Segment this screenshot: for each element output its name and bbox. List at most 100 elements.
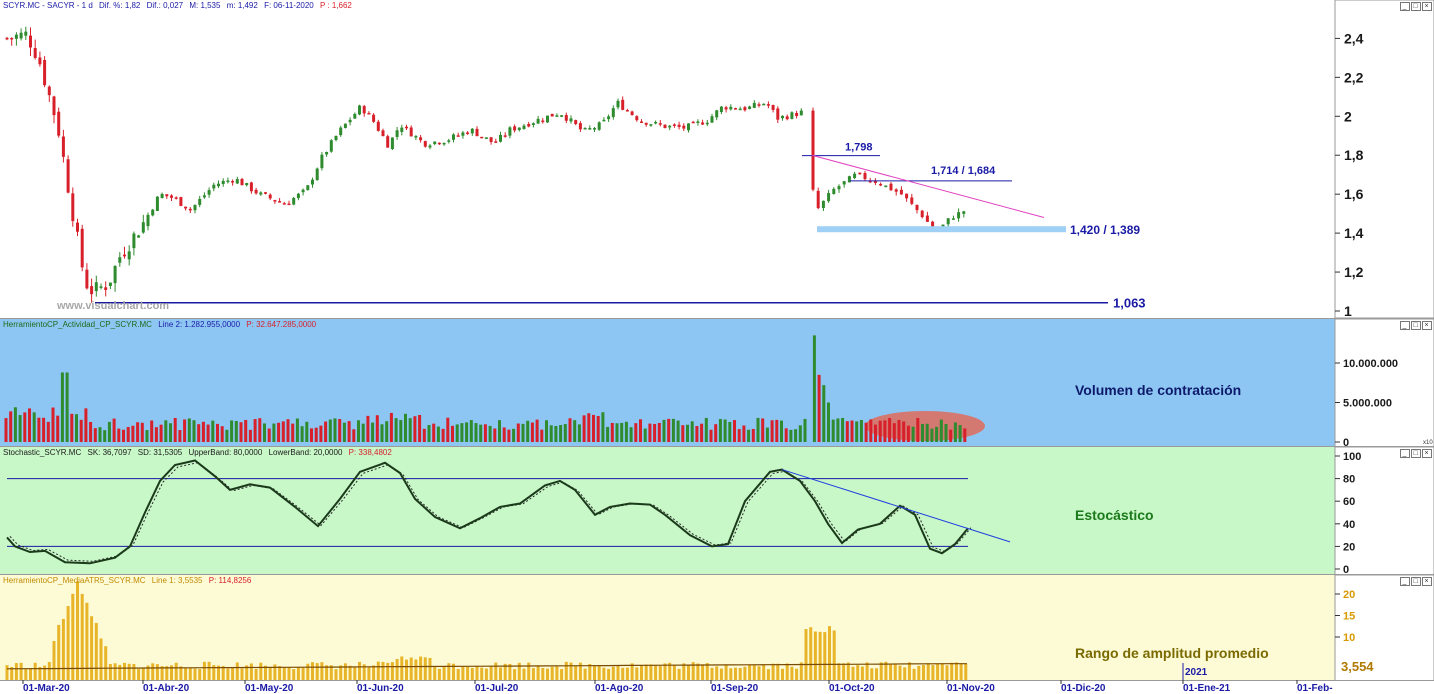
volume-bar — [460, 423, 464, 442]
candle-body — [781, 115, 784, 119]
atr-bar — [738, 668, 742, 680]
candle-body — [61, 136, 65, 157]
atr-bar — [99, 638, 103, 680]
volume-bar — [483, 424, 487, 442]
atr-bar — [226, 668, 230, 680]
volume-bar — [159, 424, 163, 442]
atr-bar — [954, 662, 958, 680]
atr-bar — [865, 662, 869, 680]
candle-body — [386, 136, 390, 148]
candle-body — [785, 116, 789, 120]
atr-bar — [24, 668, 28, 680]
candle-body — [957, 212, 961, 219]
atr-bar — [813, 631, 817, 680]
atr-bar — [372, 665, 376, 680]
atr-bar — [715, 666, 719, 680]
candle-body — [268, 194, 272, 199]
candle-body — [108, 282, 112, 286]
stochastic-pane[interactable]: 100 80 60 40 20 0 Estocástico Stochastic_SCYR.… — [0, 446, 1434, 574]
atr-bar — [447, 663, 451, 680]
candle-body — [905, 193, 909, 199]
atr-bar — [677, 668, 681, 680]
volume-title: Volumen de contratación — [1075, 382, 1241, 398]
date-label: F: 06-11-2020 — [264, 1, 314, 10]
volume-bar — [197, 424, 201, 442]
volume-bar — [864, 422, 868, 442]
restore-button[interactable]: □ — [1411, 321, 1421, 330]
atr-bar — [856, 665, 860, 680]
close-button[interactable]: × — [1422, 449, 1432, 458]
close-button[interactable]: × — [1422, 2, 1432, 11]
volume-bar — [183, 419, 187, 442]
candle-body — [795, 112, 799, 117]
candle-body — [38, 57, 42, 65]
volume-bar — [164, 420, 168, 442]
volume-bar — [634, 423, 638, 442]
candle-body — [766, 104, 770, 106]
atr-bar — [875, 668, 878, 680]
volume-bar — [60, 372, 64, 442]
volume-axis-strip — [1334, 319, 1434, 446]
volume-bar — [606, 426, 610, 442]
candle-body — [127, 251, 131, 260]
atr-bar — [296, 667, 300, 680]
volume-bar — [526, 420, 530, 442]
volume-bar — [112, 418, 116, 442]
min-label: m: 1,492 — [226, 1, 258, 10]
volume-bar — [761, 418, 765, 442]
price-trendline — [811, 154, 1045, 219]
candle-body — [5, 37, 9, 40]
volume-bar — [822, 385, 826, 442]
volume-bar — [545, 420, 548, 442]
candle-body — [245, 182, 249, 186]
price-pane[interactable]: 2,4 2,2 2 1,8 1,6 1,4 1,2 1 1,063 1,420 / 1,389 1,… — [0, 0, 1434, 318]
candle-body — [649, 124, 653, 126]
atr-bar — [118, 664, 122, 680]
candle-body — [33, 47, 37, 58]
restore-button[interactable]: □ — [1411, 577, 1421, 586]
atr-pane[interactable]: 20 15 10 3,554 Rango de amplitud promedio 202… — [0, 574, 1434, 682]
minimize-button[interactable]: _ — [1400, 321, 1410, 330]
minimize-button[interactable]: _ — [1400, 449, 1410, 458]
atr-bar — [395, 658, 399, 680]
atr-bar — [625, 667, 629, 680]
candle-body — [315, 168, 319, 181]
volume-bar — [65, 372, 69, 442]
volume-bar — [521, 423, 525, 442]
restore-button[interactable]: □ — [1411, 2, 1421, 11]
candle-body — [456, 135, 460, 137]
close-button[interactable]: × — [1422, 321, 1432, 330]
candle-body — [207, 190, 211, 195]
volume-pane[interactable]: 10.000.000 5.000.000 0 x10 Volumen de contra… — [0, 318, 1434, 446]
candle-body — [517, 127, 521, 131]
volume-bar — [855, 421, 859, 442]
candle-body — [278, 201, 282, 203]
candle-body — [611, 108, 615, 118]
volume-bar — [319, 425, 323, 442]
restore-button[interactable]: □ — [1411, 449, 1421, 458]
candle-body — [151, 209, 155, 216]
volume-bar — [371, 422, 375, 442]
atr-bar — [531, 668, 535, 680]
volume-bar — [737, 429, 741, 442]
atr-bar — [113, 663, 117, 680]
candle-body — [423, 141, 427, 147]
candle-body — [292, 198, 296, 205]
minimize-button[interactable]: _ — [1400, 2, 1410, 11]
stoch-sd: SD: 31,5305 — [137, 448, 183, 457]
close-button[interactable]: × — [1422, 577, 1432, 586]
candle-body — [541, 120, 545, 123]
volume-bar — [667, 418, 671, 442]
volume-bar — [93, 428, 97, 442]
candle-body — [687, 123, 690, 131]
atr-bar — [132, 664, 136, 680]
candle-body — [14, 34, 18, 39]
candle-body — [951, 218, 955, 220]
volume-bar — [13, 407, 17, 442]
volume-header: HerramientoCP_Actividad_CP_SCYR.MC Line … — [3, 320, 320, 330]
volume-bar — [709, 429, 713, 442]
candle-body — [80, 228, 84, 268]
minimize-button[interactable]: _ — [1400, 577, 1410, 586]
stoch-tick-label: 100 — [1343, 451, 1361, 463]
volume-bar — [573, 420, 577, 442]
